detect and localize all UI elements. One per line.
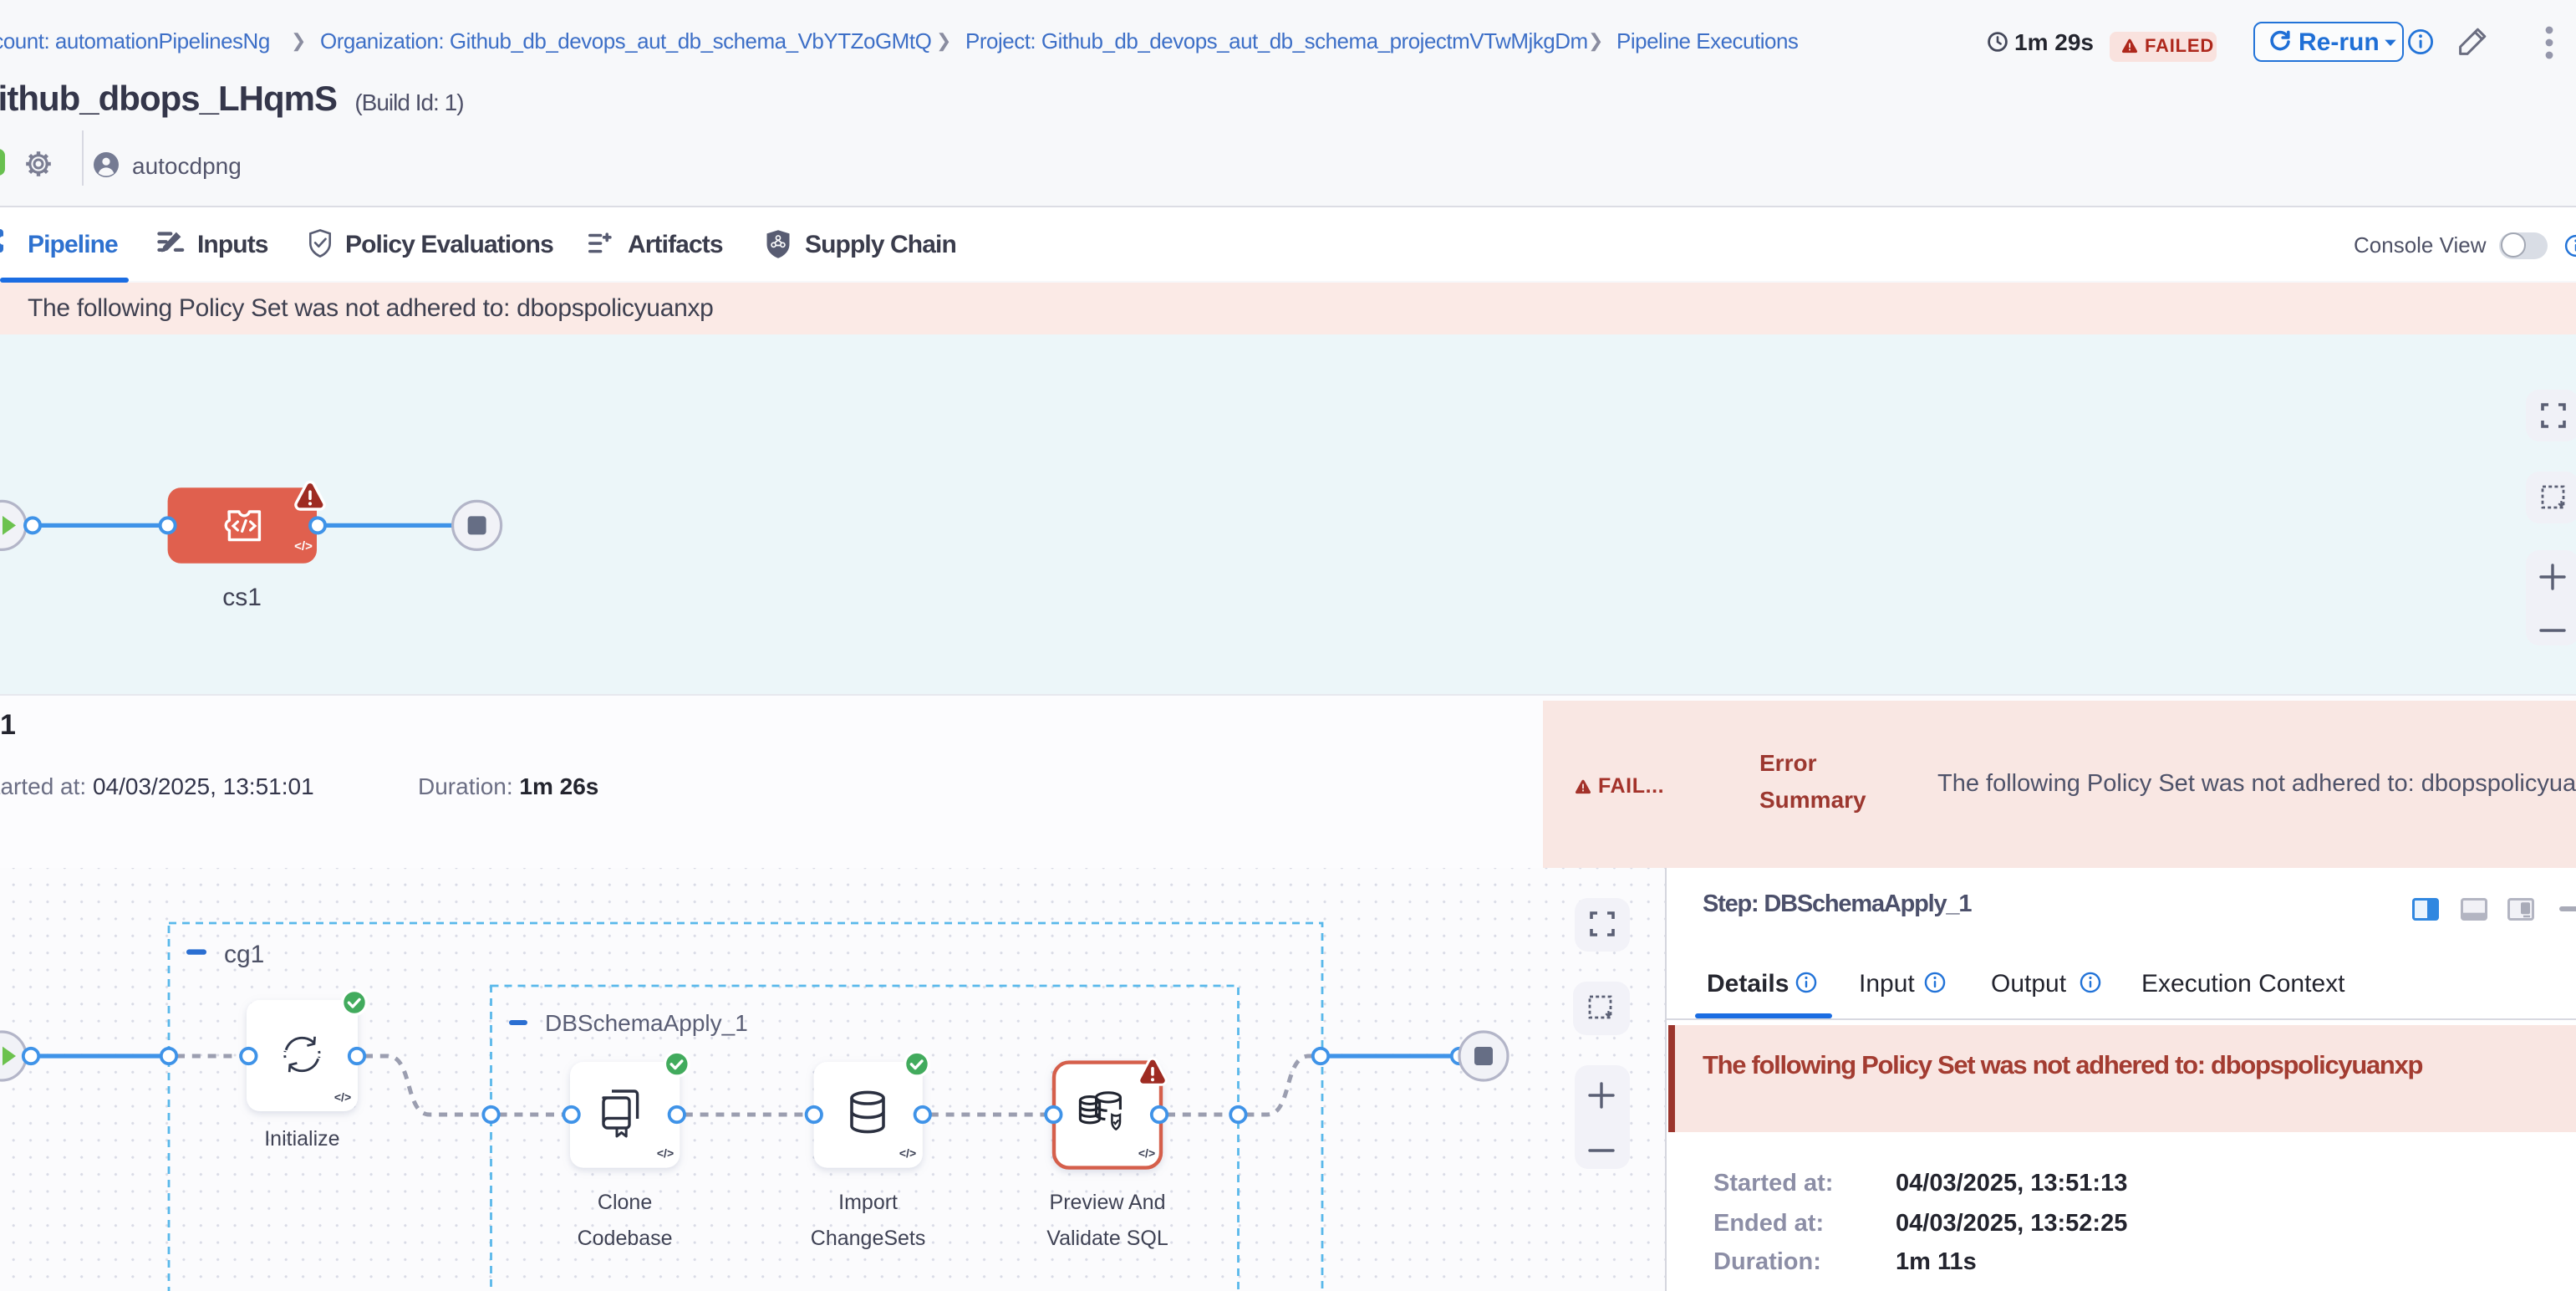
svg-text:DBSchemaApply_1: DBSchemaApply_1 xyxy=(545,1010,748,1036)
svg-text:</>: </> xyxy=(899,1146,916,1160)
svg-text:Clone: Clone xyxy=(598,1191,652,1214)
svg-text:Codebase: Codebase xyxy=(578,1227,673,1250)
svg-text:cs1: cs1 xyxy=(222,584,262,611)
svg-text:Initialize: Initialize xyxy=(264,1127,339,1151)
svg-text:ChangeSets: ChangeSets xyxy=(811,1227,926,1250)
svg-text:Import: Import xyxy=(838,1191,898,1214)
svg-text:cg1: cg1 xyxy=(224,941,264,968)
svg-text:Validate SQL: Validate SQL xyxy=(1046,1227,1168,1250)
svg-text:</>: </> xyxy=(1138,1146,1155,1160)
svg-text:Preview And: Preview And xyxy=(1050,1191,1166,1214)
svg-text:</>: </> xyxy=(657,1146,674,1160)
svg-text:</>: </> xyxy=(294,539,313,554)
svg-text:</>: </> xyxy=(334,1090,351,1104)
